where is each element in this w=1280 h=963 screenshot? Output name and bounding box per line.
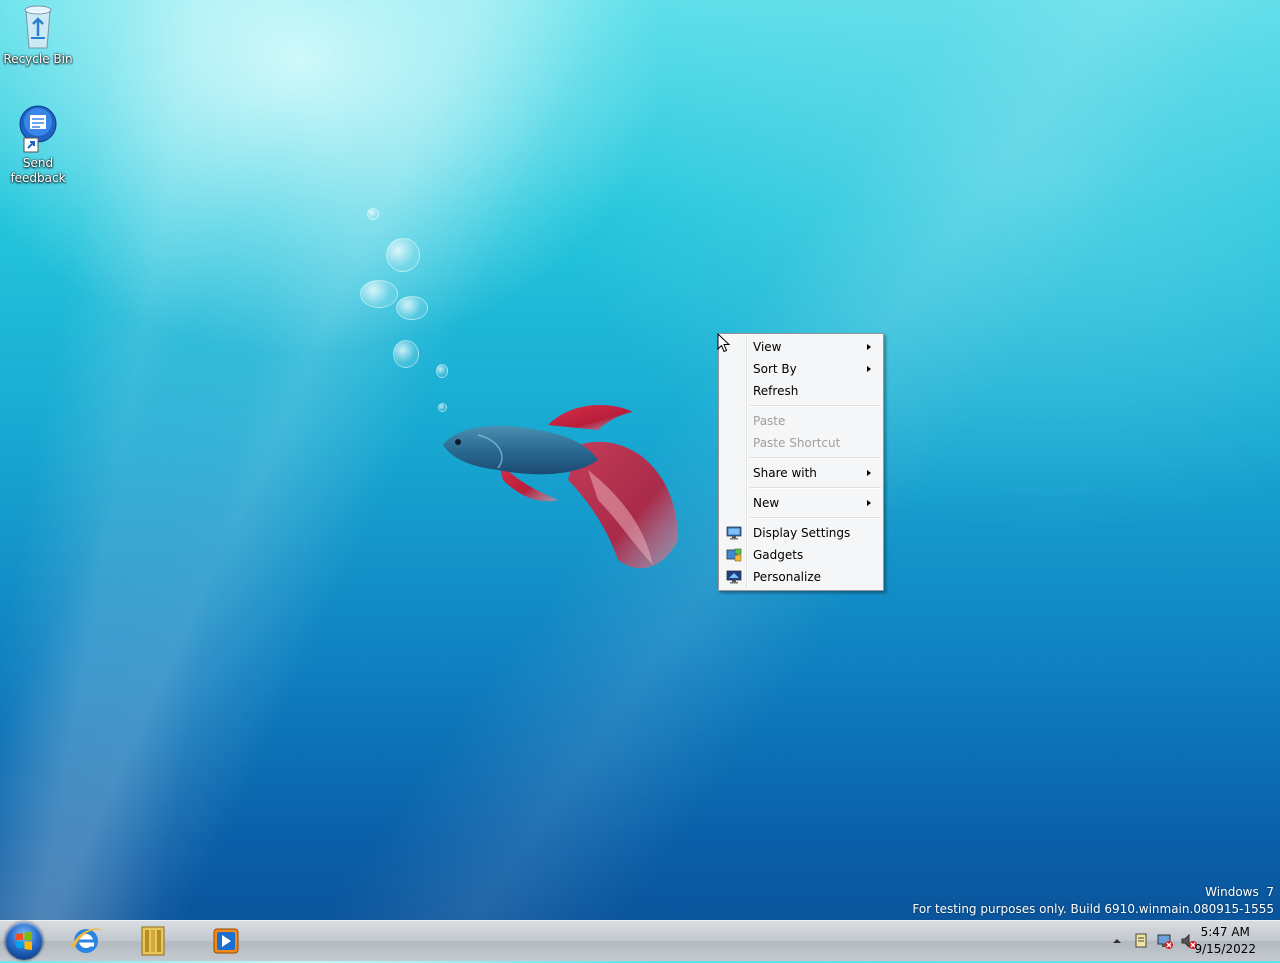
send-feedback-icon	[19, 105, 57, 153]
show-hidden-icons-arrow-icon[interactable]	[1112, 936, 1122, 946]
menu-item-label: Gadgets	[753, 548, 804, 562]
send-feedback-label-line2: feedback	[10, 171, 66, 185]
wallpaper-bubble	[436, 364, 448, 378]
recycle-bin-label: Recycle Bin	[3, 52, 73, 66]
menu-item-refresh[interactable]: Refresh	[721, 380, 881, 402]
windows-start-orb-icon	[16, 931, 32, 950]
menu-item-label: Share with	[753, 466, 817, 480]
windows-version-watermark: Windows 7	[1205, 885, 1274, 899]
menu-item-label: Refresh	[753, 384, 799, 398]
wallpaper-bubble	[360, 280, 398, 308]
menu-item-paste[interactable]: Paste	[721, 410, 881, 432]
watermark-line1: Windows 7	[1205, 885, 1274, 899]
menu-item-display-settings[interactable]: Display Settings	[721, 522, 881, 544]
wallpaper-betta-fish	[443, 405, 678, 569]
build-info-watermark: For testing purposes only. Build 6910.wi…	[912, 902, 1274, 916]
submenu-arrow-icon	[867, 344, 871, 350]
menu-item-label: Sort By	[753, 362, 797, 376]
menu-item-gadgets[interactable]: Gadgets	[721, 544, 881, 566]
menu-item-sort-by[interactable]: Sort By	[721, 358, 881, 380]
taskbar-internet-explorer[interactable]	[58, 923, 114, 959]
watermark-line2: For testing purposes only. Build 6910.wi…	[912, 902, 1274, 916]
wallpaper-bubble	[386, 238, 420, 272]
submenu-arrow-icon	[867, 470, 871, 476]
desktop-icon-recycle-bin[interactable]: Recycle Bin	[0, 2, 76, 67]
wallpaper-bubble	[393, 340, 419, 368]
menu-separator	[749, 517, 881, 519]
network-icon[interactable]	[1156, 932, 1174, 950]
menu-item-personalize[interactable]: Personalize	[721, 566, 881, 588]
display-settings-icon	[726, 526, 742, 540]
menu-item-label: Paste Shortcut	[753, 436, 841, 450]
menu-item-label: Personalize	[753, 570, 822, 584]
menu-item-label: New	[753, 496, 780, 510]
windows-explorer-icon	[141, 926, 165, 956]
submenu-arrow-icon	[867, 500, 871, 506]
submenu-arrow-icon	[867, 366, 871, 372]
send-feedback-label-line1: Send	[22, 156, 54, 170]
menu-item-new[interactable]: New	[721, 492, 881, 514]
taskbar: 5:47 AM 9/15/2022	[0, 920, 1280, 961]
wallpaper-bubble	[396, 296, 428, 320]
menu-item-label: View	[753, 340, 782, 354]
gadgets-icon	[726, 548, 742, 562]
menu-item-share-with[interactable]: Share with	[721, 462, 881, 484]
desktop-icon-send-feedback[interactable]: Send feedback	[0, 104, 76, 186]
menu-separator	[749, 405, 881, 407]
action-center-icon[interactable]	[1133, 932, 1149, 950]
clock-date: 9/15/2022	[1194, 942, 1256, 956]
menu-item-label: Display Settings	[753, 526, 851, 540]
start-button[interactable]	[5, 922, 43, 960]
mouse-pointer-icon	[717, 333, 731, 353]
recycle-bin-icon	[24, 5, 52, 49]
menu-item-label: Paste	[753, 414, 786, 428]
internet-explorer-icon	[71, 928, 102, 953]
media-player-icon	[213, 928, 239, 954]
menu-separator	[749, 487, 881, 489]
personalize-icon	[726, 570, 742, 584]
taskbar-windows-explorer[interactable]	[126, 923, 182, 959]
wallpaper-bubble	[367, 208, 379, 220]
taskbar-media-player[interactable]	[198, 923, 254, 959]
desktop-context-menu: View Sort By Refresh Paste Paste Shortcu…	[718, 333, 884, 591]
menu-separator	[749, 457, 881, 459]
clock-time: 5:47 AM	[1200, 925, 1250, 939]
menu-item-view[interactable]: View	[721, 336, 881, 358]
clock[interactable]: 5:47 AM 9/15/2022	[1194, 924, 1256, 958]
notification-area: 5:47 AM 9/15/2022	[1105, 921, 1280, 961]
menu-item-paste-shortcut[interactable]: Paste Shortcut	[721, 432, 881, 454]
